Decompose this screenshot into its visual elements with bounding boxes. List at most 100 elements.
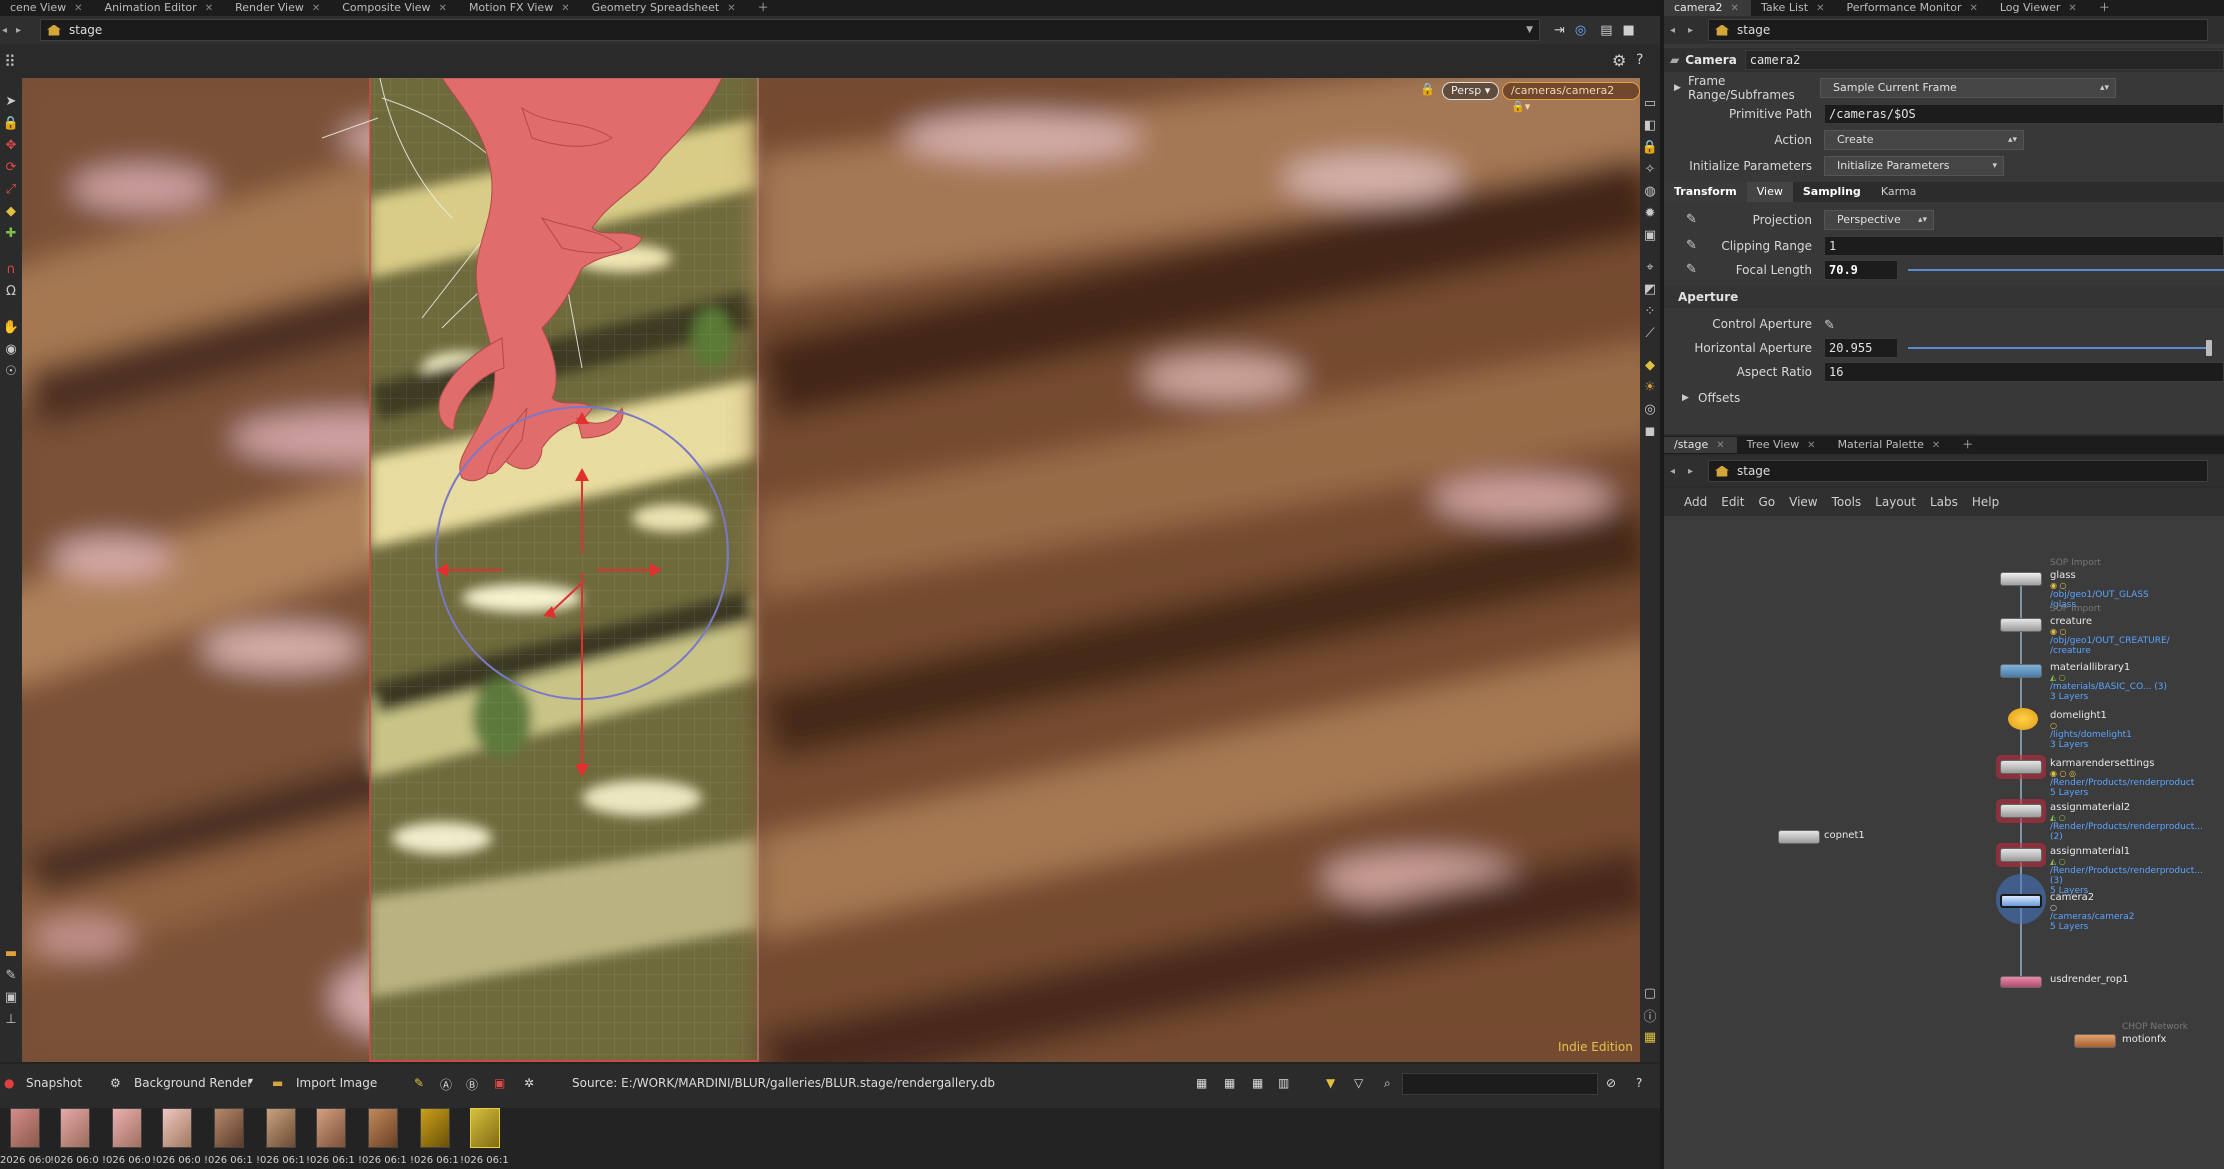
tag-icon[interactable]: ✎ <box>414 1076 424 1090</box>
network-path-field[interactable]: stage ▼ <box>40 19 1540 41</box>
snapshot-icon[interactable]: ● <box>4 1076 14 1090</box>
magnet-icon[interactable]: ∩ <box>0 258 22 280</box>
close-icon[interactable]: ✕ <box>1807 440 1815 451</box>
a-circle-icon[interactable]: Ⓐ <box>440 1076 452 1093</box>
handle-icon[interactable]: ◆ <box>0 200 22 222</box>
headlight-icon[interactable]: ✹ <box>1640 202 1660 224</box>
tab-render-view[interactable]: Render View ✕ <box>225 0 332 16</box>
lock-view-icon[interactable]: 🔒 <box>1640 136 1660 158</box>
close-icon[interactable]: ✕ <box>2068 3 2076 14</box>
background-icon[interactable]: ◼ <box>1640 420 1660 442</box>
info-icon[interactable]: ⓘ <box>1640 1004 1660 1026</box>
flipbook-icon[interactable]: ✎ <box>0 964 22 986</box>
gallery-thumbnail[interactable] <box>368 1108 398 1148</box>
gallery-thumbnail[interactable] <box>470 1108 500 1148</box>
close-icon[interactable]: ✕ <box>1969 3 1977 14</box>
pencil-icon[interactable]: ✎ <box>1686 262 1702 278</box>
pencil-icon[interactable]: ✎ <box>1686 212 1702 228</box>
gallery-thumbnail[interactable] <box>316 1108 346 1148</box>
menu-layout[interactable]: Layout <box>1875 495 1916 509</box>
network-path-field[interactable]: stage <box>1708 460 2208 482</box>
list-view-icon[interactable]: ▥ <box>1278 1076 1289 1090</box>
horizontal-aperture-slider[interactable] <box>1908 340 2212 356</box>
close-icon[interactable]: ✕ <box>727 3 735 14</box>
brush-icon[interactable]: Ω <box>0 280 22 302</box>
gallery-thumbnail[interactable] <box>420 1108 450 1148</box>
close-icon[interactable]: ✕ <box>1816 3 1824 14</box>
settings-icon[interactable]: ✲ <box>524 1076 534 1090</box>
back-arrow-icon[interactable]: ◂ <box>1670 466 1688 477</box>
forward-arrow-icon[interactable]: ▸ <box>1688 25 1708 36</box>
gallery-thumbnail[interactable] <box>60 1108 90 1148</box>
light-bulb-icon[interactable] <box>2008 708 2038 730</box>
grid-icon[interactable]: ▦ <box>1640 1026 1660 1048</box>
node-body[interactable] <box>2000 894 2042 908</box>
tab-transform[interactable]: Transform <box>1664 182 1747 202</box>
offsets-row[interactable]: ▶ Offsets <box>1664 386 2224 410</box>
background-render-button[interactable]: Background Render <box>134 1076 252 1090</box>
gallery-thumbnail[interactable] <box>10 1108 40 1148</box>
close-icon[interactable]: ✕ <box>561 3 569 14</box>
node-body[interactable] <box>2000 804 2042 818</box>
clear-filter-icon[interactable]: ⊘ <box>1606 1076 1616 1090</box>
initialize-menu[interactable]: Initialize Parameters ▾ <box>1824 156 2004 176</box>
pose-icon[interactable]: ✚ <box>0 222 22 244</box>
close-icon[interactable]: ✕ <box>439 3 447 14</box>
tab-camera2[interactable]: camera2 ✕ <box>1664 0 1751 16</box>
compare-icon[interactable]: ▣ <box>494 1076 505 1090</box>
menu-add[interactable]: Add <box>1684 495 1707 509</box>
select-icon[interactable]: ➤ <box>0 90 22 112</box>
move-icon[interactable]: ✥ <box>0 134 22 156</box>
tab-tree-view[interactable]: Tree View ✕ <box>1737 437 1828 453</box>
menu-help[interactable]: Help <box>1972 495 1999 509</box>
node-body[interactable] <box>2000 848 2042 862</box>
shading-icon[interactable]: ◧ <box>1640 114 1660 136</box>
tab-material-palette[interactable]: Material Palette ✕ <box>1828 437 1953 453</box>
aspect-ratio-field[interactable]: 16 <box>1824 362 2224 382</box>
view-tool-icon[interactable]: ✋ <box>0 316 22 338</box>
gallery-thumbnail[interactable] <box>162 1108 192 1148</box>
tab-animation-editor[interactable]: Animation Editor ✕ <box>95 0 226 16</box>
grid-small-icon[interactable]: ▦ <box>1196 1076 1207 1090</box>
projection-menu[interactable]: Perspective ▴▾ <box>1824 210 1934 230</box>
node-body[interactable] <box>1778 830 1820 844</box>
menu-tools[interactable]: Tools <box>1832 495 1862 509</box>
grid-large-icon[interactable]: ▦ <box>1252 1076 1263 1090</box>
texture-icon[interactable]: ◎ <box>1640 398 1660 420</box>
tab-karma[interactable]: Karma <box>1871 182 1927 202</box>
node-name-field[interactable]: camera2 <box>1744 50 2224 70</box>
guide-icon[interactable]: ◆ <box>1640 354 1660 376</box>
forward-arrow-icon[interactable]: ▸ <box>16 25 40 36</box>
pencil-icon[interactable]: ✎ <box>1686 238 1702 254</box>
node-body[interactable] <box>2000 664 2042 678</box>
node-body[interactable] <box>2000 618 2042 632</box>
node-body[interactable] <box>2074 1034 2116 1048</box>
help-icon[interactable]: ? <box>1636 1076 1642 1090</box>
clipping-field[interactable]: 1 <box>1824 236 2224 256</box>
node-body[interactable] <box>2000 572 2042 586</box>
scale-icon[interactable]: ⤢ <box>0 178 22 200</box>
menu-labs[interactable]: Labs <box>1930 495 1958 509</box>
add-tab-button[interactable]: ＋ <box>748 0 781 16</box>
snapshot-button[interactable]: Snapshot <box>26 1076 82 1090</box>
action-menu[interactable]: Create ▴▾ <box>1824 130 2024 150</box>
horizontal-aperture-field[interactable]: 20.955 <box>1824 338 1898 358</box>
aperture-folder[interactable]: Aperture <box>1664 286 2224 308</box>
close-icon[interactable]: ✕ <box>312 3 320 14</box>
node-body[interactable] <box>2000 976 2042 988</box>
node-body[interactable] <box>2000 760 2042 774</box>
close-icon[interactable]: ✕ <box>205 3 213 14</box>
edge-icon[interactable]: ⟋ <box>1640 322 1660 344</box>
network-editor[interactable]: SOP Import glass ◉ ○ /obj/geo1/OUT_GLASS… <box>1664 516 2224 1169</box>
frame-icon[interactable]: ▢ <box>1640 982 1660 1004</box>
tab-take-list[interactable]: Take List ✕ <box>1751 0 1837 16</box>
pin-icon[interactable]: ⇥ <box>1554 23 1565 38</box>
tab-geometry-spreadsheet[interactable]: Geometry Spreadsheet ✕ <box>582 0 748 16</box>
b-circle-icon[interactable]: Ⓑ <box>466 1076 478 1093</box>
axis-icon[interactable]: ⊥ <box>0 1008 22 1030</box>
back-arrow-icon[interactable]: ◂ <box>2 25 16 36</box>
help-icon[interactable]: ? <box>1636 52 1643 68</box>
grid-medium-icon[interactable]: ▦ <box>1224 1076 1235 1090</box>
chevron-down-icon[interactable]: ▾ <box>248 1076 253 1087</box>
filter-icon[interactable]: ▼ <box>1326 1076 1335 1090</box>
